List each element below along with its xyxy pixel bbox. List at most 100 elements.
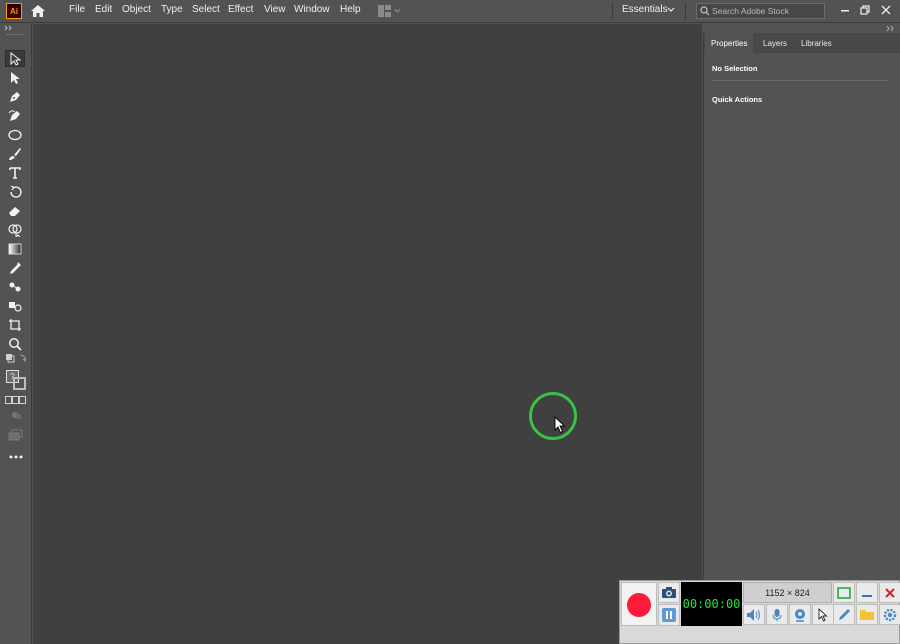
shape-builder-tool-icon bbox=[8, 223, 22, 237]
record-button[interactable] bbox=[621, 582, 657, 626]
gear-icon bbox=[883, 608, 897, 621]
cursor-highlight-ring bbox=[529, 392, 577, 440]
region-button[interactable] bbox=[833, 582, 855, 603]
tool-artboard[interactable] bbox=[5, 316, 25, 333]
restore-button[interactable] bbox=[856, 2, 874, 18]
panel-grip[interactable] bbox=[7, 34, 23, 36]
tab-layers[interactable]: Layers bbox=[757, 33, 793, 53]
blend-tool-icon bbox=[9, 282, 21, 291]
tools-panel: ? bbox=[0, 24, 32, 644]
microphone-icon bbox=[772, 608, 782, 621]
tool-symbol-sprayer[interactable] bbox=[5, 297, 25, 314]
recording-timer: 00:00:00 bbox=[681, 582, 742, 626]
collapse-panel-icon[interactable] bbox=[886, 25, 896, 32]
recorder-close-button[interactable] bbox=[879, 582, 900, 603]
more-tools-icon[interactable] bbox=[9, 454, 23, 460]
menu-separator bbox=[685, 3, 686, 20]
menu-view[interactable]: View bbox=[264, 4, 286, 15]
gradient-tool-icon bbox=[8, 243, 22, 254]
menu-select[interactable]: Select bbox=[192, 4, 220, 15]
settings-button[interactable] bbox=[879, 604, 900, 625]
menu-bar: Ai File Edit Object Type Select Effect V… bbox=[0, 0, 900, 23]
microphone-button[interactable] bbox=[766, 604, 788, 625]
panel-divider bbox=[712, 80, 889, 81]
recorder-minimize-button[interactable] bbox=[856, 582, 878, 603]
region-select-icon bbox=[837, 586, 851, 599]
type-tool-icon bbox=[9, 166, 21, 179]
tool-direct-selection[interactable] bbox=[5, 69, 25, 86]
app-logo[interactable]: Ai bbox=[6, 3, 22, 19]
minimize-icon bbox=[862, 594, 872, 597]
tab-libraries[interactable]: Libraries bbox=[795, 33, 838, 53]
tool-pen[interactable] bbox=[5, 88, 25, 105]
folder-icon bbox=[860, 610, 874, 620]
tool-shape-builder[interactable] bbox=[5, 221, 25, 238]
recording-resolution[interactable]: 1152 × 824 bbox=[743, 582, 832, 603]
tool-selection[interactable] bbox=[5, 50, 25, 67]
screenshot-button[interactable] bbox=[658, 582, 680, 603]
close-button[interactable] bbox=[877, 2, 895, 18]
cursor-toggle-button[interactable] bbox=[812, 604, 834, 625]
screen-mode-icon[interactable] bbox=[8, 429, 24, 441]
selection-status: No Selection bbox=[712, 64, 758, 73]
tool-gradient[interactable] bbox=[5, 240, 25, 257]
minimize-button[interactable] bbox=[836, 2, 854, 18]
chevron-down-icon[interactable] bbox=[667, 5, 675, 15]
pen-tool-icon bbox=[10, 91, 20, 102]
paintbrush-tool-icon bbox=[9, 147, 21, 160]
zoom-tool-icon bbox=[9, 337, 22, 351]
search-icon bbox=[700, 6, 710, 16]
home-icon[interactable] bbox=[30, 4, 46, 18]
record-icon bbox=[627, 593, 651, 617]
collapse-panel-icon[interactable] bbox=[4, 25, 14, 31]
menu-help[interactable]: Help bbox=[340, 4, 361, 15]
draw-mode-icon[interactable] bbox=[10, 410, 22, 420]
menu-edit[interactable]: Edit bbox=[95, 4, 112, 15]
menu-effect[interactable]: Effect bbox=[228, 4, 253, 15]
canvas[interactable] bbox=[33, 24, 702, 644]
webcam-button[interactable] bbox=[789, 604, 811, 625]
panel-tabs: Properties Layers Libraries bbox=[704, 33, 900, 53]
stroke-swatch[interactable] bbox=[13, 377, 26, 390]
tool-eyedropper[interactable] bbox=[5, 259, 25, 276]
tool-paintbrush[interactable] bbox=[5, 145, 25, 162]
color-mode-icon[interactable] bbox=[5, 396, 27, 404]
close-icon bbox=[885, 587, 895, 598]
restore-icon bbox=[860, 5, 870, 15]
camera-icon bbox=[662, 587, 676, 598]
tab-properties[interactable]: Properties bbox=[705, 33, 754, 53]
menu-window[interactable]: Window bbox=[294, 4, 330, 15]
pause-button[interactable] bbox=[658, 604, 680, 626]
default-fill-stroke-icon[interactable] bbox=[5, 353, 27, 365]
curvature-tool-icon bbox=[8, 109, 20, 121]
menu-separator bbox=[612, 3, 613, 20]
tool-zoom[interactable] bbox=[5, 335, 25, 352]
annotate-button[interactable] bbox=[833, 604, 855, 625]
tool-type[interactable] bbox=[5, 164, 25, 181]
menu-object[interactable]: Object bbox=[122, 4, 151, 15]
symbol-sprayer-tool-icon bbox=[9, 301, 22, 312]
audio-button[interactable] bbox=[743, 604, 765, 625]
stock-search[interactable] bbox=[696, 3, 825, 19]
tool-rotate[interactable] bbox=[5, 183, 25, 200]
rotate-tool-icon bbox=[10, 184, 22, 198]
tool-blend[interactable] bbox=[5, 278, 25, 295]
cursor-icon bbox=[818, 607, 828, 622]
tool-ellipse[interactable] bbox=[5, 126, 25, 143]
pencil-icon bbox=[839, 608, 850, 620]
quick-actions-heading: Quick Actions bbox=[712, 95, 763, 104]
selection-tool-icon bbox=[10, 51, 21, 66]
menu-type[interactable]: Type bbox=[161, 4, 183, 15]
tool-curvature[interactable] bbox=[5, 107, 25, 124]
search-input[interactable] bbox=[712, 4, 822, 18]
open-folder-button[interactable] bbox=[856, 604, 878, 625]
properties-panel: Properties Layers Libraries No Selection… bbox=[703, 33, 900, 644]
arrange-documents-icon[interactable] bbox=[378, 5, 400, 17]
pause-icon bbox=[662, 608, 676, 622]
direct-selection-tool-icon bbox=[11, 71, 20, 84]
menu-file[interactable]: File bbox=[69, 4, 85, 15]
tool-eraser[interactable] bbox=[5, 202, 25, 219]
workspace-switcher[interactable]: Essentials bbox=[622, 4, 668, 15]
illustrator-window: Ai File Edit Object Type Select Effect V… bbox=[0, 0, 900, 644]
fill-stroke-swatch[interactable]: ? bbox=[6, 370, 26, 390]
